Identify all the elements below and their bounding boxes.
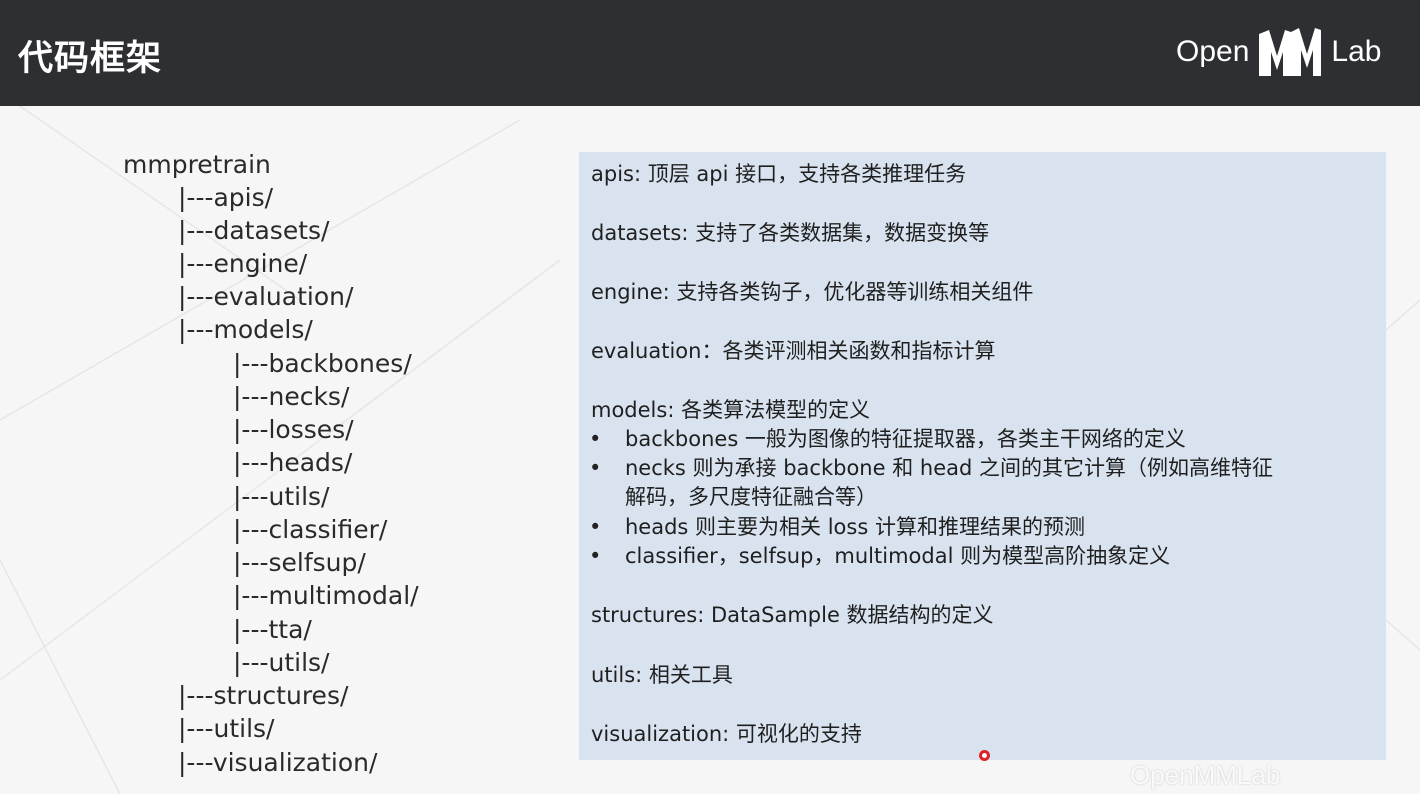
- description-panel: apis: 顶层 api 接口，支持各类推理任务 datasets: 支持了各类…: [579, 152, 1386, 760]
- tree-item-sub-utils: |---utils/: [233, 648, 330, 677]
- bullet-icon: •: [589, 544, 602, 568]
- tree-root: mmpretrain: [123, 150, 271, 179]
- logo-lab-text: Lab: [1331, 35, 1382, 68]
- desc-engine: engine: 支持各类钩子，优化器等训练相关组件: [591, 280, 1034, 304]
- mm-logo-icon: [1259, 28, 1322, 76]
- tree-item-necks: |---necks/: [233, 382, 350, 411]
- tree-item-evaluation: |---evaluation/: [178, 282, 354, 311]
- desc-structures: structures: DataSample 数据结构的定义: [591, 603, 994, 627]
- pointer-cursor-icon: [979, 750, 990, 761]
- tree-item-engine: |---engine/: [178, 249, 308, 278]
- bullet-icon: •: [589, 515, 602, 539]
- tree-item-tta: |---tta/: [233, 615, 312, 644]
- tree-item-datasets: |---datasets/: [178, 216, 330, 245]
- bullet-classifier: classifier，selfsup，multimodal 则为模型高阶抽象定义: [625, 544, 1171, 568]
- bullet-necks-continued: 解码，多尺度特征融合等）: [625, 485, 877, 509]
- bullet-necks: necks 则为承接 backbone 和 head 之间的其它计算（例如高维特…: [625, 456, 1273, 480]
- desc-apis: apis: 顶层 api 接口，支持各类推理任务: [591, 162, 967, 186]
- tree-item-losses: |---losses/: [233, 415, 354, 444]
- tree-item-structures: |---structures/: [178, 681, 349, 710]
- openmmlab-logo: Open Lab: [1176, 22, 1381, 82]
- bullet-heads: heads 则主要为相关 loss 计算和推理结果的预测: [625, 515, 1085, 539]
- tree-item-utils: |---utils/: [178, 714, 275, 743]
- tree-item-multimodal: |---multimodal/: [233, 581, 419, 610]
- tree-item-heads: |---heads/: [233, 448, 353, 477]
- tree-item-apis: |---apis/: [178, 183, 274, 212]
- desc-models: models: 各类算法模型的定义: [591, 398, 871, 422]
- bullet-backbones: backbones 一般为图像的特征提取器，各类主干网络的定义: [625, 427, 1186, 451]
- desc-visualization: visualization: 可视化的支持: [591, 722, 862, 746]
- tree-item-classifier: |---classifier/: [233, 515, 388, 544]
- directory-tree: mmpretrain |---apis/ |---datasets/ |---e…: [0, 0, 560, 794]
- desc-utils: utils: 相关工具: [591, 663, 733, 687]
- tree-item-backbones: |---backbones/: [233, 349, 412, 378]
- desc-datasets: datasets: 支持了各类数据集，数据变换等: [591, 221, 990, 245]
- tree-item-visualization: |---visualization/: [178, 748, 378, 777]
- logo-open-text: Open: [1176, 35, 1250, 68]
- bullet-icon: •: [589, 456, 602, 480]
- tree-item-models: |---models/: [178, 315, 313, 344]
- bullet-icon: •: [589, 427, 602, 451]
- watermark: OpenMMLab: [1130, 760, 1281, 790]
- desc-evaluation: evaluation：各类评测相关函数和指标计算: [591, 339, 996, 363]
- tree-item-selfsup: |---selfsup/: [233, 548, 366, 577]
- tree-item-models-utils: |---utils/: [233, 482, 330, 511]
